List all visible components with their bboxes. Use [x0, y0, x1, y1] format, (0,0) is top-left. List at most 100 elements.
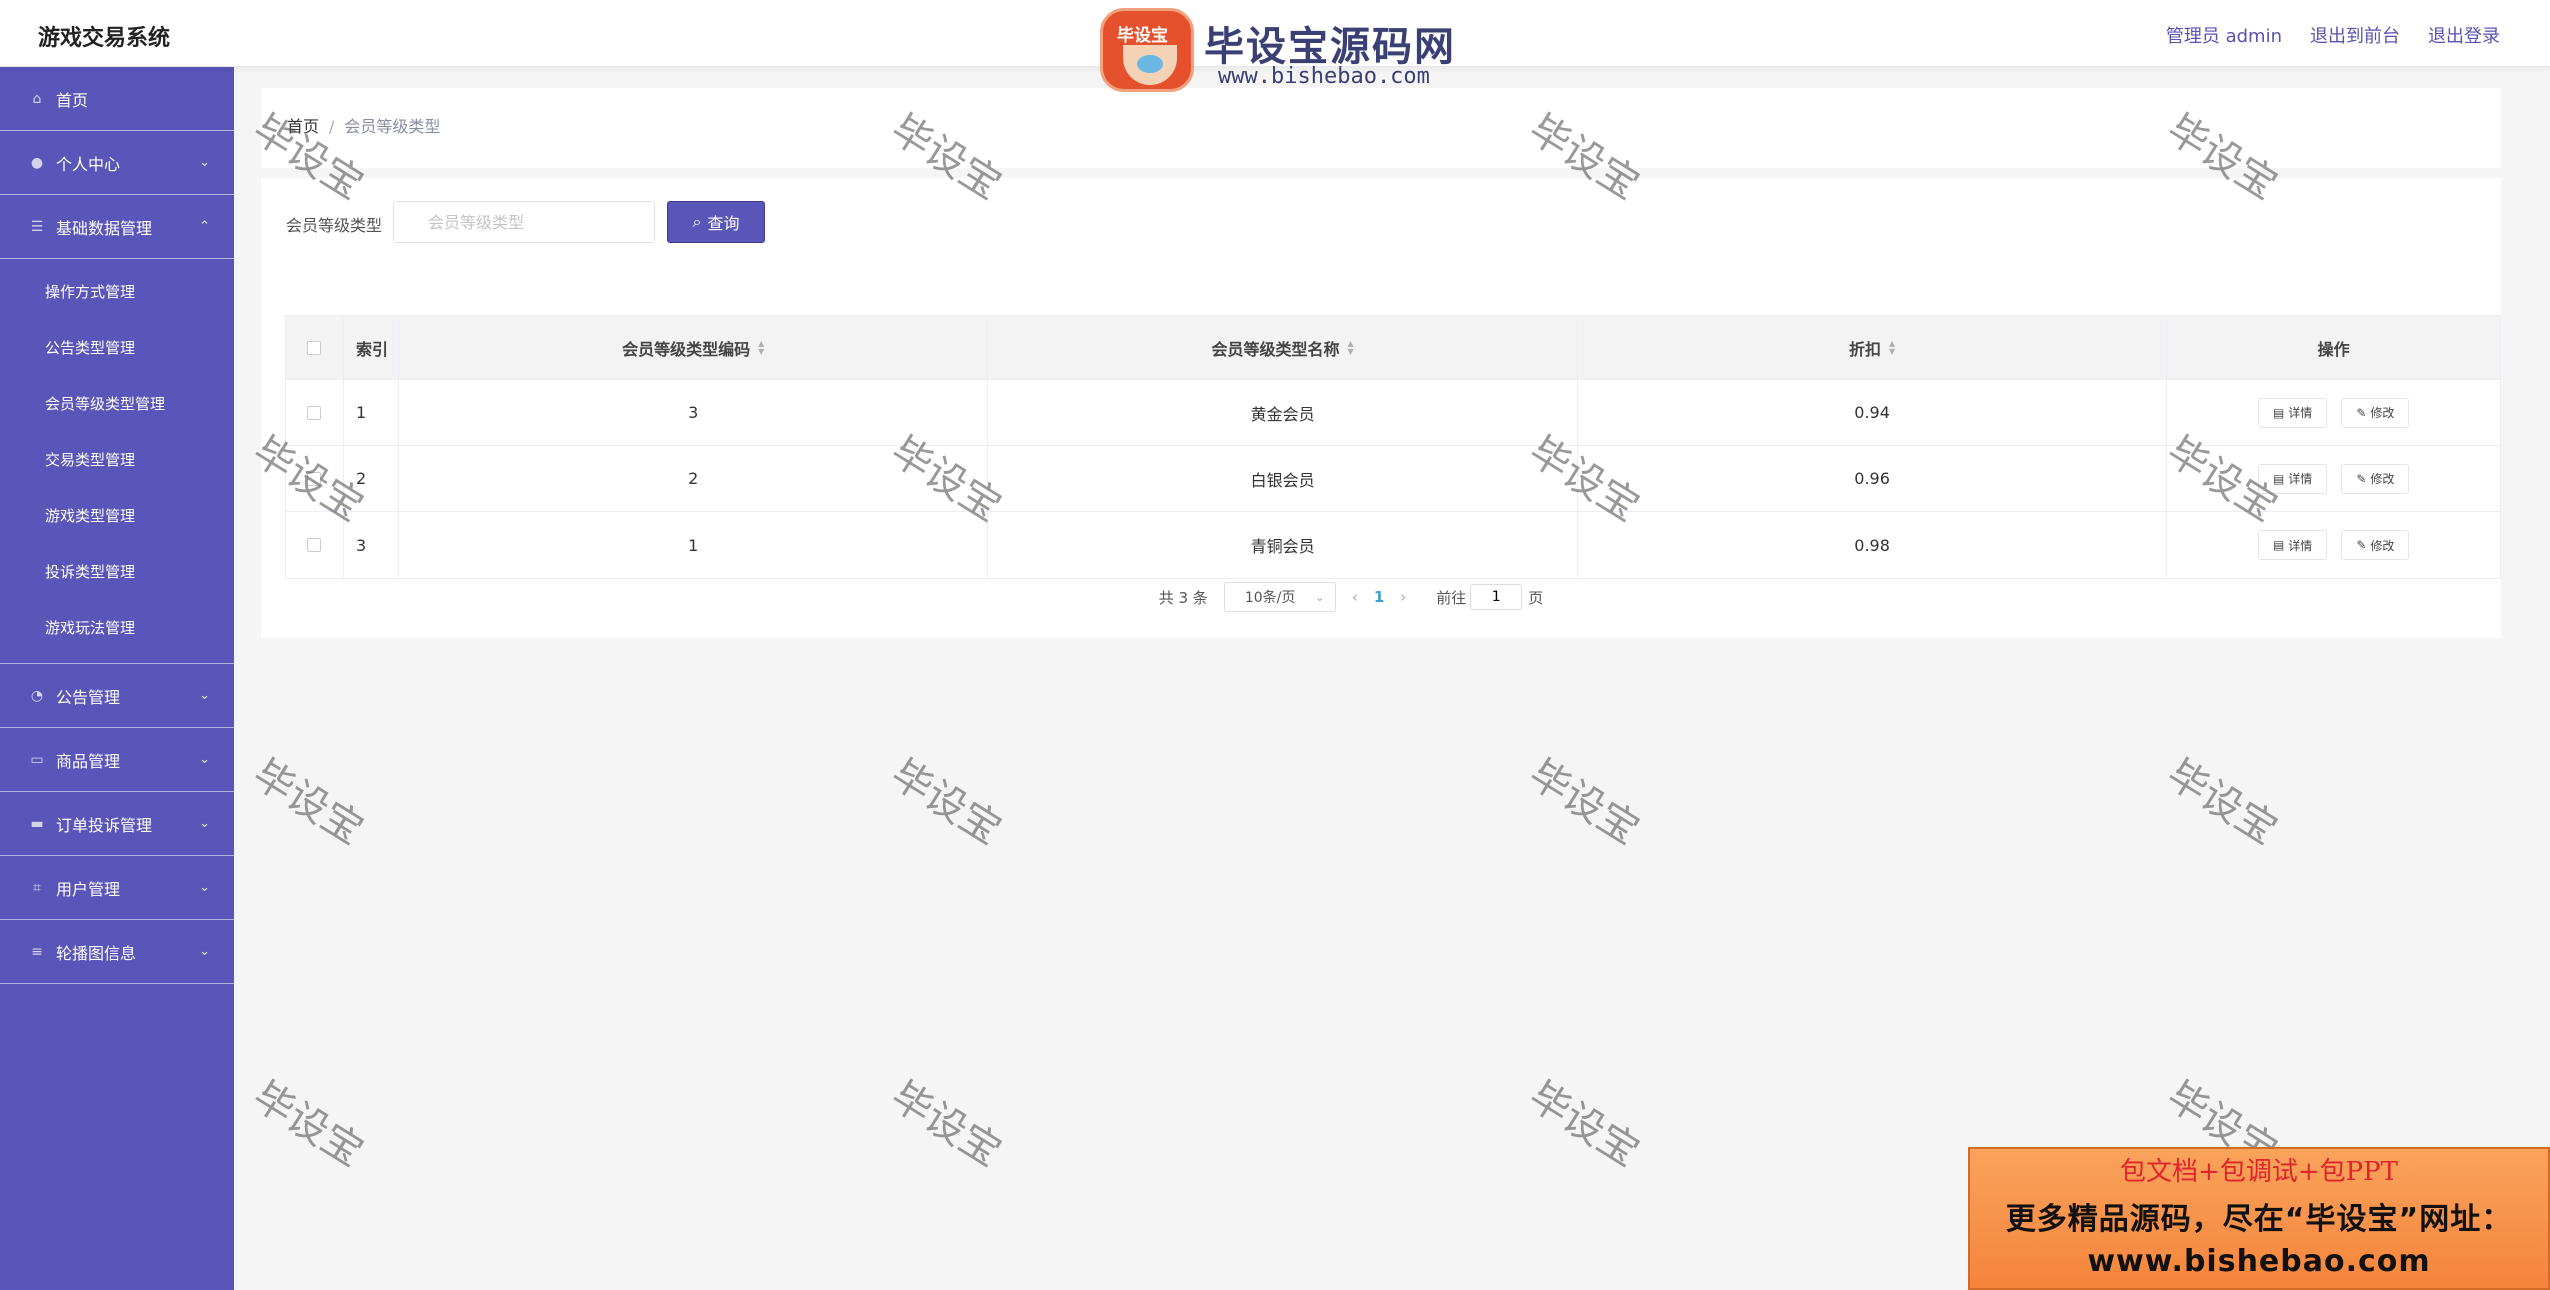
chevron-down-icon: ⌄	[199, 816, 210, 831]
sidebar-item-label: 公告管理	[56, 687, 121, 707]
row-check-cell	[286, 446, 344, 511]
logo-badge-text: 毕设宝	[1117, 26, 1168, 46]
sidebar-item-basic-data[interactable]: ☰ 基础数据管理 ⌃	[0, 195, 234, 259]
submenu-item-complaint-type[interactable]: 投诉类型管理	[0, 543, 234, 599]
table-row: 3 1 青铜会员 0.98 ▤ 详情 ✎ 修改	[286, 512, 2500, 578]
pagination: 共 3 条 10条/页 ⌄ ‹ 1 › 前往 页	[261, 582, 2501, 612]
member-level-table: 索引 会员等级类型编码 ▲ ▼ 会员等级类型名称 ▲ ▼ 折扣 ▲ ▼ 操作 1 3 黄金会…	[285, 315, 2501, 579]
edit-icon: ✎	[2356, 471, 2367, 486]
chevron-down-icon: ⌄	[199, 752, 210, 767]
next-page-icon[interactable]: ›	[1400, 588, 1406, 606]
row-name: 青铜会员	[988, 512, 1578, 578]
prev-page-icon[interactable]: ‹	[1352, 588, 1358, 606]
sort-icon[interactable]: ▲ ▼	[758, 339, 764, 356]
detail-button-label: 详情	[2288, 538, 2313, 553]
chat-icon: ▭	[30, 751, 44, 768]
sort-icon[interactable]: ▲ ▼	[1889, 339, 1895, 356]
detail-button[interactable]: ▤ 详情	[2257, 463, 2328, 494]
breadcrumb-card: 首页 / 会员等级类型	[261, 88, 2501, 168]
row-discount: 0.98	[1578, 512, 2168, 578]
sidebar-item-personal-center[interactable]: ● 个人中心 ⌄	[0, 131, 234, 195]
sidebar-item-users[interactable]: ⌗ 用户管理 ⌄	[0, 856, 234, 920]
watermark: 毕设宝	[882, 751, 1009, 854]
sidebar-item-order-complaint[interactable]: ▬ 订单投诉管理 ⌄	[0, 792, 234, 856]
edit-button[interactable]: ✎ 修改	[2341, 397, 2410, 428]
document-icon: ▤	[2272, 405, 2285, 420]
edit-button[interactable]: ✎ 修改	[2341, 530, 2410, 560]
table-row: 2 2 白银会员 0.96 ▤ 详情 ✎ 修改	[286, 446, 2500, 512]
watermark: 毕设宝	[1520, 751, 1647, 854]
edit-button-label: 修改	[2370, 538, 2395, 553]
member-level-search-input[interactable]	[393, 201, 655, 243]
chevron-down-icon: ⌄	[199, 944, 210, 959]
goto-label: 前往	[1436, 588, 1467, 607]
submenu-item-game-type[interactable]: 游戏类型管理	[0, 487, 234, 543]
edit-button[interactable]: ✎ 修改	[2341, 463, 2410, 494]
logout-link[interactable]: 退出登录	[2428, 22, 2500, 48]
detail-button-label: 详情	[2288, 472, 2313, 486]
header-discount[interactable]: 折扣 ▲ ▼	[1578, 316, 2168, 379]
submenu-item-notice-type[interactable]: 公告类型管理	[0, 319, 234, 375]
content-card: 会员等级类型 ⌕ 查询 索引 会员等级类型编码 ▲▼ 会员等级类型名称 ▲▼ 折扣 ▲…	[261, 178, 2501, 638]
submenu-item-operation-mode[interactable]: 操作方式管理	[0, 263, 234, 319]
pagination-total: 共 3 条	[1158, 588, 1208, 607]
watermark: 毕设宝	[244, 751, 371, 854]
dashboard-icon: ◔	[30, 687, 44, 704]
row-index: 1	[344, 380, 399, 445]
ad-banner[interactable]: 包文档+包调试+包PPT 更多精品源码，尽在“毕设宝”网址： www.bishe…	[1968, 1147, 2550, 1290]
sidebar-item-home[interactable]: ⌂ 首页	[0, 67, 234, 131]
chevron-down-icon: ⌄	[1314, 590, 1325, 604]
detail-button[interactable]: ▤ 详情	[2257, 530, 2328, 560]
header-code[interactable]: 会员等级类型编码 ▲ ▼	[399, 316, 989, 379]
row-discount: 0.96	[1578, 446, 2168, 511]
row-discount: 0.94	[1578, 380, 2168, 445]
sidebar-item-label: 基础数据管理	[56, 218, 153, 238]
chevron-down-icon: ⌄	[199, 880, 210, 895]
sidebar: ⌂ 首页 ● 个人中心 ⌄ ☰ 基础数据管理 ⌃ 操作方式管理 公告类型管理 会…	[0, 67, 234, 1290]
home-icon: ⌂	[32, 90, 42, 107]
ad-line-3: www.bishebao.com	[2087, 1244, 2431, 1279]
row-ops: ▤ 详情 ✎ 修改	[2167, 380, 2500, 445]
breadcrumb-separator: /	[329, 117, 335, 136]
submenu-item-trade-type[interactable]: 交易类型管理	[0, 431, 234, 487]
sidebar-item-carousel[interactable]: ≡ 轮播图信息 ⌄	[0, 920, 234, 984]
sidebar-item-goods[interactable]: ▭ 商品管理 ⌄	[0, 728, 234, 792]
search-button[interactable]: ⌕ 查询	[667, 201, 765, 243]
header-code-label: 会员等级类型编码	[622, 339, 751, 359]
row-checkbox[interactable]	[307, 405, 322, 420]
header-ops: 操作	[2317, 339, 2350, 359]
header-name-label: 会员等级类型名称	[1211, 339, 1340, 359]
row-checkbox[interactable]	[307, 538, 322, 552]
admin-user-label[interactable]: 管理员 admin	[2166, 22, 2282, 48]
detail-button[interactable]: ▤ 详情	[2257, 397, 2328, 428]
page-size-select[interactable]: 10条/页 ⌄	[1223, 582, 1336, 612]
row-ops: ▤ 详情 ✎ 修改	[2167, 512, 2500, 578]
row-index: 3	[344, 512, 399, 578]
select-all-checkbox[interactable]	[307, 340, 322, 355]
back-to-front-link[interactable]: 退出到前台	[2310, 22, 2400, 48]
sort-icon[interactable]: ▲ ▼	[1348, 339, 1354, 356]
row-checkbox[interactable]	[307, 471, 322, 486]
sidebar-item-notice[interactable]: ◔ 公告管理 ⌄	[0, 664, 234, 728]
sidebar-item-label: 首页	[56, 90, 89, 110]
watermark: 毕设宝	[244, 1073, 371, 1176]
header-name[interactable]: 会员等级类型名称 ▲ ▼	[988, 316, 1578, 379]
submenu-item-member-level[interactable]: 会员等级类型管理	[0, 375, 234, 431]
row-name: 白银会员	[988, 446, 1578, 511]
goto-page-input[interactable]	[1470, 584, 1523, 610]
app-title: 游戏交易系统	[38, 26, 171, 51]
sidebar-item-label: 订单投诉管理	[56, 815, 153, 835]
sidebar-item-label: 个人中心	[56, 154, 121, 174]
chevron-up-icon: ⌃	[199, 219, 210, 234]
page-suffix: 页	[1528, 588, 1544, 607]
page-number[interactable]: 1	[1374, 588, 1384, 606]
breadcrumb: 首页 / 会员等级类型	[287, 113, 440, 137]
submenu-item-gameplay[interactable]: 游戏玩法管理	[0, 599, 234, 655]
watermark: 毕设宝	[1520, 1073, 1647, 1176]
edit-button-label: 修改	[2370, 406, 2395, 420]
breadcrumb-current: 会员等级类型	[344, 117, 441, 136]
row-code: 1	[399, 512, 989, 578]
breadcrumb-home[interactable]: 首页	[287, 117, 319, 136]
logo-emblem-icon: 毕设宝	[1100, 8, 1194, 92]
ad-line-1: 包文档+包调试+包PPT	[2120, 1157, 2398, 1187]
